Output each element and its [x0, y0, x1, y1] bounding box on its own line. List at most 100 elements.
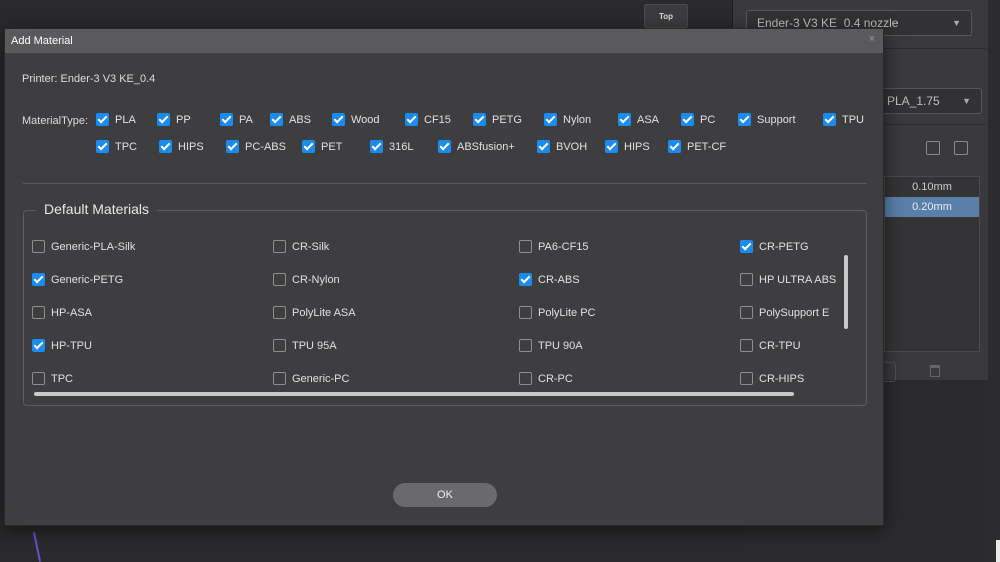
material-type-checkbox-tpc[interactable]: TPC — [96, 140, 137, 153]
material-label: CR-ABS — [538, 273, 580, 286]
material-checkbox-hp-tpu[interactable]: HP-TPU — [32, 339, 92, 352]
checkbox-icon[interactable] — [740, 339, 753, 352]
material-checkbox-generic-petg[interactable]: Generic-PETG — [32, 273, 123, 286]
material-checkbox-cr-hips[interactable]: CR-HIPS — [740, 372, 804, 385]
material-checkbox-cr-silk[interactable]: CR-Silk — [273, 240, 329, 253]
material-checkbox-cr-petg[interactable]: CR-PETG — [740, 240, 809, 253]
checkbox-icon[interactable] — [302, 140, 315, 153]
checkbox-icon[interactable] — [738, 113, 751, 126]
close-icon[interactable]: × — [869, 33, 875, 45]
checkbox-icon[interactable] — [273, 339, 286, 352]
checkbox-icon[interactable] — [32, 273, 45, 286]
material-checkbox-generic-pla-silk[interactable]: Generic-PLA-Silk — [32, 240, 135, 253]
material-checkbox-cr-tpu[interactable]: CR-TPU — [740, 339, 801, 352]
material-type-checkbox-wood[interactable]: Wood — [332, 113, 380, 126]
material-type-checkbox-pet-cf[interactable]: PET-CF — [668, 140, 726, 153]
material-checkbox-cr-pc[interactable]: CR-PC — [519, 372, 573, 385]
material-type-label: MaterialType: — [22, 115, 89, 127]
checkbox-icon[interactable] — [332, 113, 345, 126]
checkbox-icon[interactable] — [273, 273, 286, 286]
checkbox-icon[interactable] — [823, 113, 836, 126]
checkbox-icon[interactable] — [740, 306, 753, 319]
material-type-label: Wood — [351, 113, 380, 126]
material-checkbox-tpu-95a[interactable]: TPU 95A — [273, 339, 337, 352]
checkbox-icon[interactable] — [96, 113, 109, 126]
checkbox-icon[interactable] — [159, 140, 172, 153]
checkbox-icon[interactable] — [740, 240, 753, 253]
checkbox-icon[interactable] — [273, 240, 286, 253]
material-checkbox-cr-abs[interactable]: CR-ABS — [519, 273, 580, 286]
material-type-checkbox-abs[interactable]: ABS — [270, 113, 311, 126]
checkbox-icon[interactable] — [226, 140, 239, 153]
checkbox-icon[interactable] — [220, 113, 233, 126]
checkbox-icon[interactable] — [519, 273, 532, 286]
layer-height-item[interactable]: 0.20mm — [885, 197, 979, 217]
material-type-checkbox-petg[interactable]: PETG — [473, 113, 522, 126]
checkbox-icon[interactable] — [605, 140, 618, 153]
checkbox-icon[interactable] — [473, 113, 486, 126]
checkbox-icon[interactable] — [96, 140, 109, 153]
checkbox-icon[interactable] — [618, 113, 631, 126]
checkbox-icon[interactable] — [668, 140, 681, 153]
material-type-checkbox-bvoh[interactable]: BVOH — [537, 140, 587, 153]
checkbox-icon[interactable] — [681, 113, 694, 126]
import-icon[interactable] — [926, 141, 940, 155]
checkbox-icon[interactable] — [157, 113, 170, 126]
material-type-checkbox-asa[interactable]: ASA — [618, 113, 659, 126]
checkbox-icon[interactable] — [32, 339, 45, 352]
material-type-checkbox-tpu[interactable]: TPU — [823, 113, 864, 126]
material-type-checkbox-cf15[interactable]: CF15 — [405, 113, 451, 126]
checkbox-icon[interactable] — [519, 306, 532, 319]
material-checkbox-generic-pc[interactable]: Generic-PC — [273, 372, 349, 385]
checkbox-icon[interactable] — [740, 273, 753, 286]
checkbox-icon[interactable] — [273, 372, 286, 385]
checkbox-icon[interactable] — [32, 306, 45, 319]
material-checkbox-polylite-asa[interactable]: PolyLite ASA — [273, 306, 356, 319]
checkbox-icon[interactable] — [32, 240, 45, 253]
materials-grid: Generic-PLA-Silk CR-Silk PA6-CF15 CR-PETG Ge… — [24, 219, 866, 397]
material-label: CR-Nylon — [292, 273, 340, 286]
material-checkbox-polysupport-e[interactable]: PolySupport E — [740, 306, 829, 319]
material-checkbox-hp-asa[interactable]: HP-ASA — [32, 306, 92, 319]
material-type-checkbox-absfusion[interactable]: ABSfusion+ — [438, 140, 515, 153]
material-type-checkbox-pa[interactable]: PA — [220, 113, 253, 126]
view-top-button[interactable]: Top — [644, 4, 688, 28]
material-type-checkbox-pp[interactable]: PP — [157, 113, 191, 126]
material-checkbox-hp-ultra-abs[interactable]: HP ULTRA ABS — [740, 273, 836, 286]
material-type-checkbox-pc[interactable]: PC — [681, 113, 715, 126]
checkbox-icon[interactable] — [519, 240, 532, 253]
material-type-checkbox-nylon[interactable]: Nylon — [544, 113, 591, 126]
checkbox-icon[interactable] — [32, 372, 45, 385]
material-type-checkbox-support[interactable]: Support — [738, 113, 796, 126]
checkbox-icon[interactable] — [270, 113, 283, 126]
material-type-label: PET-CF — [687, 140, 727, 153]
default-materials-title: Default Materials — [36, 201, 158, 217]
material-type-checkbox-pla[interactable]: PLA — [96, 113, 136, 126]
material-type-checkbox-pc-abs[interactable]: PC-ABS — [226, 140, 286, 153]
checkbox-icon[interactable] — [519, 372, 532, 385]
checkbox-icon[interactable] — [370, 140, 383, 153]
checkbox-icon[interactable] — [519, 339, 532, 352]
layer-height-item[interactable]: 0.10mm — [885, 177, 979, 197]
material-checkbox-cr-nylon[interactable]: CR-Nylon — [273, 273, 340, 286]
material-checkbox-tpu-90a[interactable]: TPU 90A — [519, 339, 583, 352]
checkbox-icon[interactable] — [273, 306, 286, 319]
material-type-label: ABSfusion+ — [457, 140, 515, 153]
material-checkbox-tpc[interactable]: TPC — [32, 372, 73, 385]
export-icon[interactable] — [954, 141, 968, 155]
material-checkbox-polylite-pc[interactable]: PolyLite PC — [519, 306, 595, 319]
checkbox-icon[interactable] — [740, 372, 753, 385]
material-checkbox-pa6-cf15[interactable]: PA6-CF15 — [519, 240, 589, 253]
trash-icon[interactable] — [930, 365, 940, 377]
material-type-checkbox-hips[interactable]: HIPS — [605, 140, 650, 153]
checkbox-icon[interactable] — [537, 140, 550, 153]
checkbox-icon[interactable] — [405, 113, 418, 126]
horizontal-scrollbar[interactable] — [34, 392, 794, 396]
material-type-checkbox-hips[interactable]: HIPS — [159, 140, 204, 153]
material-type-checkbox-pet[interactable]: PET — [302, 140, 342, 153]
material-type-checkbox-316l[interactable]: 316L — [370, 140, 413, 153]
checkbox-icon[interactable] — [438, 140, 451, 153]
ok-button[interactable]: OK — [393, 483, 497, 507]
vertical-scrollbar[interactable] — [844, 255, 848, 329]
checkbox-icon[interactable] — [544, 113, 557, 126]
